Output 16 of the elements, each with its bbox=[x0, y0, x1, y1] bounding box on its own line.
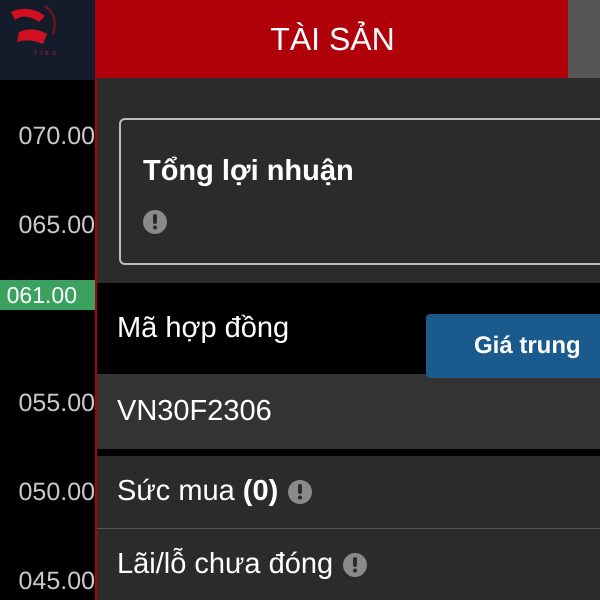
price-label: 070.00 bbox=[18, 121, 95, 152]
price-button[interactable]: Giá trung bbox=[426, 314, 600, 378]
info-icon[interactable] bbox=[143, 210, 167, 234]
header-title: TÀI SẢN bbox=[97, 0, 568, 78]
info-icon[interactable] bbox=[288, 480, 312, 504]
current-price-badge: 061.00 bbox=[0, 280, 95, 310]
info-label: Lãi/lỗ chưa đóng bbox=[117, 546, 334, 582]
contract-value: VN30F2306 bbox=[117, 394, 272, 429]
info-label: Sức mua (0) bbox=[117, 474, 278, 510]
price-label: 065.00 bbox=[18, 210, 95, 241]
contract-label: Mã hợp đồng bbox=[117, 311, 290, 346]
price-label: 055.00 bbox=[18, 388, 95, 419]
price-label: 050.00 bbox=[18, 477, 95, 508]
card-title: Tổng lợi nhuận bbox=[143, 154, 355, 190]
info-icon[interactable] bbox=[343, 552, 368, 576]
price-label: 045.00 bbox=[18, 566, 95, 597]
